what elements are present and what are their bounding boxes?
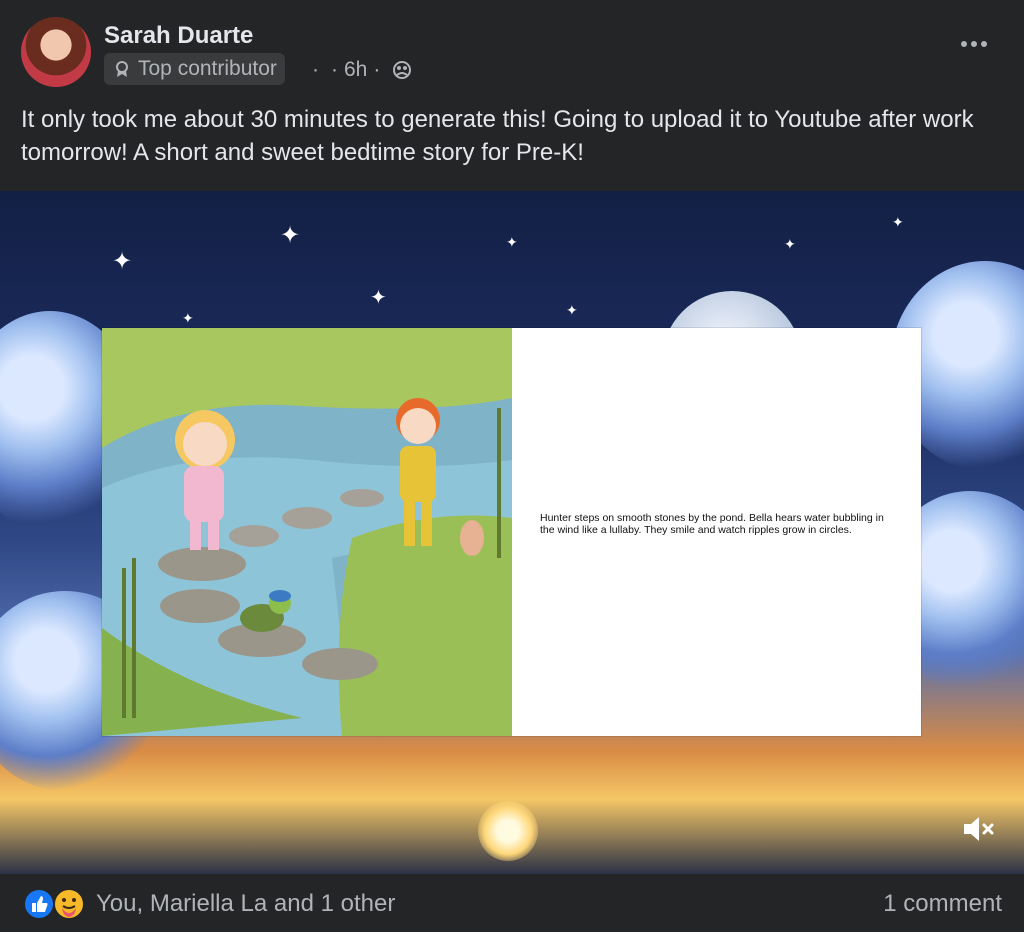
star-decoration: ✦ [892, 214, 904, 230]
star-decoration: ✦ [784, 236, 796, 252]
top-contributor-badge[interactable]: Top contributor [104, 53, 285, 85]
story-slide-text: Hunter steps on smooth stones by the pon… [540, 512, 884, 536]
separator-dot: · [331, 58, 338, 81]
separator-dot: · [312, 58, 319, 81]
star-decoration: ✦ [280, 222, 301, 249]
separator-dot: · [373, 58, 381, 81]
like-reaction-icon [23, 888, 55, 920]
reactions-text[interactable]: You, Mariella La and 1 other [96, 890, 395, 918]
post-footer: You, Mariella La and 1 other 1 comment [0, 874, 1024, 932]
facebook-post: Sarah Duarte Top contributor · · 6h · It… [0, 0, 1024, 932]
star-decoration: ✦ [182, 310, 194, 326]
story-slide: Hunter steps on smooth stones by the pon… [102, 328, 921, 736]
author-avatar[interactable] [21, 17, 91, 87]
badge-label: Top contributor [138, 57, 277, 80]
star-decoration: ✦ [506, 234, 518, 250]
star-decoration: ✦ [112, 248, 133, 275]
post-meta: · · 6h · [306, 58, 412, 82]
author-name[interactable]: Sarah Duarte [104, 22, 253, 50]
volume-muted-icon[interactable] [960, 811, 996, 847]
care-reaction-icon [53, 888, 85, 920]
star-decoration: ✦ [566, 302, 578, 318]
sun [478, 801, 538, 861]
post-video[interactable]: ✦ ✦ ✦ ✦ ✦ ✦ ✦ ✦ Hunter steps on smooth s… [0, 191, 1024, 874]
post-header: Sarah Duarte Top contributor · · 6h · [0, 0, 1024, 110]
reactions-summary[interactable] [23, 888, 89, 920]
more-options-icon[interactable] [960, 40, 988, 48]
story-illustration [102, 328, 512, 736]
post-text: It only took me about 30 minutes to gene… [21, 106, 974, 166]
contributor-badge-icon [116, 61, 128, 77]
star-decoration: ✦ [370, 287, 387, 309]
post-time[interactable]: 6h [344, 58, 367, 82]
comment-count[interactable]: 1 comment [883, 890, 1002, 918]
friends-globe-icon[interactable] [392, 60, 412, 80]
